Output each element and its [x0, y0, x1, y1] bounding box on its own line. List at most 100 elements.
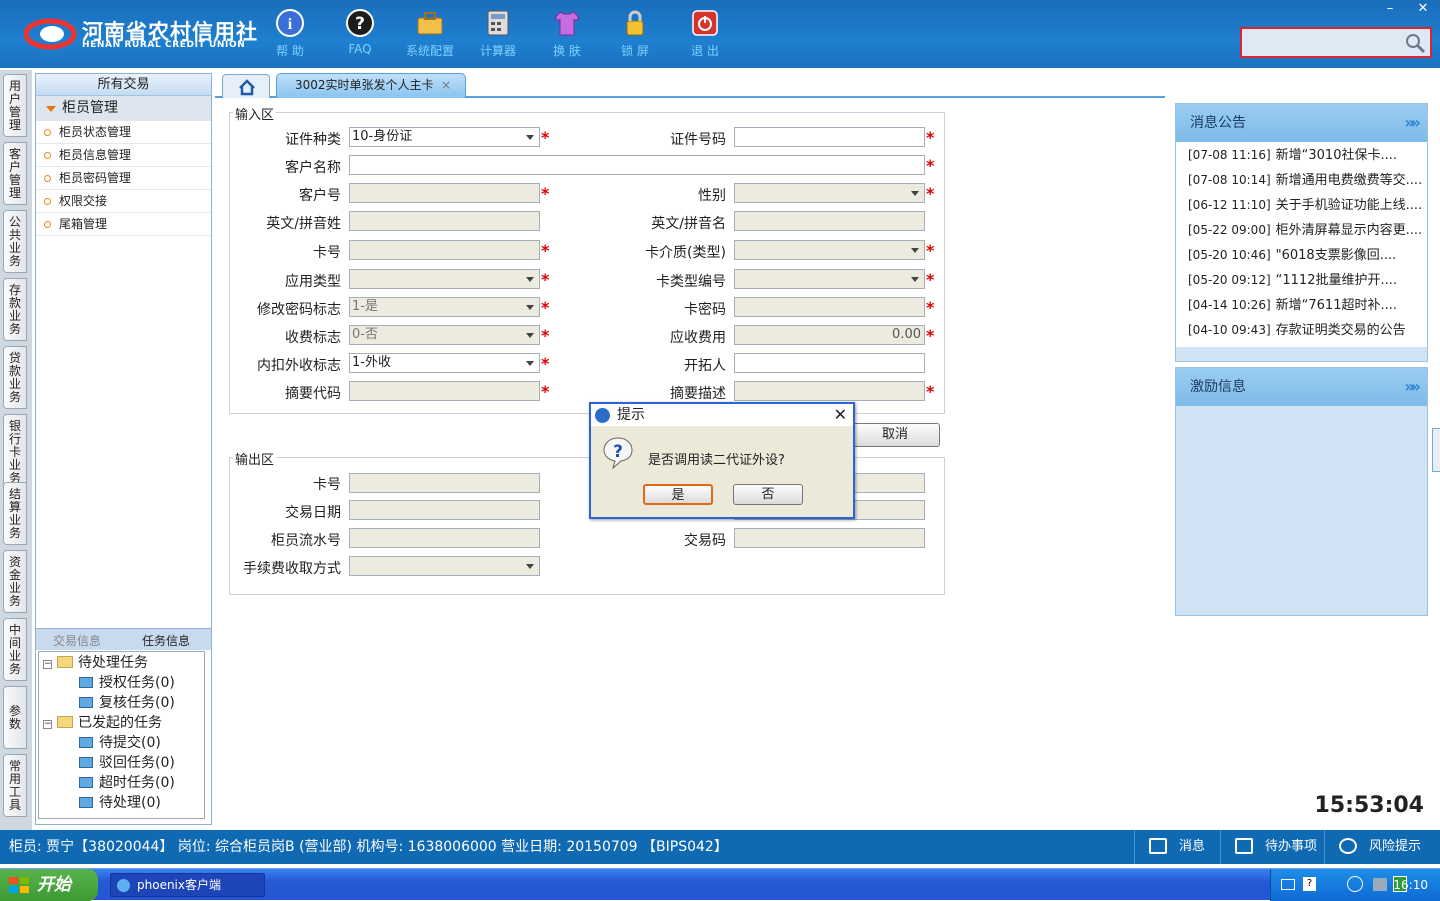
incentive-title: 激励信息 [1190, 379, 1246, 395]
en-last-input[interactable] [349, 211, 540, 231]
keyboard-icon[interactable] [1281, 879, 1295, 890]
tree-node-timeout[interactable]: 超时任务(0) [79, 774, 175, 792]
menu-item-teller-password[interactable]: 柜员密码管理 [36, 167, 211, 190]
fee-flag-select[interactable]: 0-否 [349, 325, 540, 345]
dialog-close-icon[interactable]: ✕ [834, 404, 847, 426]
messages-button[interactable]: 消息 [1134, 830, 1230, 864]
vtab-settlement[interactable]: 结算业务 [3, 482, 27, 545]
help-tray-icon[interactable]: ? [1303, 877, 1316, 891]
tab-close-icon[interactable]: × [441, 74, 451, 96]
dialog-message: 是否调用读二代证外设? [648, 453, 785, 468]
search-icon[interactable] [1404, 32, 1426, 54]
fee-flag-label: 收费标志 [285, 330, 341, 346]
menu-item-tail-box[interactable]: 尾箱管理 [36, 213, 211, 236]
tree-node-initiated[interactable]: 已发起的任务 [57, 714, 162, 732]
inner-outer-select[interactable]: 1-外收 [349, 353, 540, 373]
vtab-customer-mgmt[interactable]: 客户管理 [3, 142, 27, 205]
cust-name-input[interactable] [349, 155, 925, 175]
card-pwd-input[interactable] [734, 297, 925, 317]
vtab-deposit[interactable]: 存款业务 [3, 278, 27, 341]
start-label: 开始 [37, 875, 71, 895]
tab-task-info[interactable]: 任务信息 [142, 632, 190, 649]
window-minimize-button[interactable]: – [1375, 0, 1405, 20]
collapse-toggle[interactable]: − [43, 660, 52, 669]
id-no-input[interactable] [734, 127, 925, 147]
dialog-no-button[interactable]: 否 [733, 484, 803, 505]
toolbar-help-button[interactable]: i 帮 助 [258, 8, 322, 59]
chevron-left-icon[interactable] [1347, 876, 1363, 892]
risk-alert-button[interactable]: 风险提示 [1324, 830, 1440, 864]
tree-node-todo[interactable]: 待处理(0) [79, 794, 161, 812]
dialog-yes-button[interactable]: 是 [643, 484, 713, 505]
expand-arrows-icon[interactable]: »» [1404, 368, 1421, 406]
collapse-toggle[interactable]: − [43, 720, 52, 729]
all-trades-header[interactable]: 所有交易 [36, 74, 211, 96]
menu-item-permission-handover[interactable]: 权限交接 [36, 190, 211, 213]
tree-node-rejected[interactable]: 驳回任务(0) [79, 754, 175, 772]
teller-mgmt-section[interactable]: 柜员管理 [36, 96, 211, 121]
vtab-loan[interactable]: 贷款业务 [3, 346, 27, 409]
window-close-button[interactable]: ✕ [1408, 0, 1438, 20]
toolbar-faq-button[interactable]: ? FAQ [328, 8, 392, 56]
card-no-input[interactable] [349, 240, 540, 260]
out-card-no-field [349, 473, 540, 493]
fee-due-input[interactable]: 0.00 [734, 325, 925, 345]
cust-no-input[interactable] [349, 183, 540, 203]
notice-item[interactable]: [07-08 10:14] 新增通用电费缴费等交.... [1176, 168, 1427, 193]
vtab-bank-card[interactable]: 银行卡业务 [3, 414, 27, 486]
vtab-user-mgmt[interactable]: 用户管理 [3, 74, 27, 137]
card-media-select[interactable] [734, 240, 925, 260]
todo-button[interactable]: 待办事项 [1220, 830, 1324, 864]
en-first-input[interactable] [734, 211, 925, 231]
developer-input[interactable] [734, 353, 925, 373]
info-tabs: 交易信息 任务信息 [36, 628, 211, 650]
toolbar-lock-button[interactable]: 锁 屏 [603, 8, 667, 59]
notice-item[interactable]: [04-10 09:43] 存款证明类交易的公告 [1176, 318, 1427, 343]
card-type-no-label: 卡类型编号 [656, 274, 726, 290]
right-collapse-handle[interactable] [1432, 428, 1440, 472]
notice-item[interactable]: [06-12 11:10] 关于手机验证功能上线.... [1176, 193, 1427, 218]
tree-node-review[interactable]: 复核任务(0) [79, 694, 175, 712]
summary-code-input[interactable] [349, 381, 540, 401]
cancel-button[interactable]: 取消 [850, 423, 940, 447]
tree-node-pending[interactable]: 待处理任务 [57, 654, 148, 672]
menu-item-teller-status[interactable]: 柜员状态管理 [36, 121, 211, 144]
toolbar-config-button[interactable]: 系统配置 [398, 8, 462, 59]
vtab-public-business[interactable]: 公共业务 [3, 210, 27, 273]
notice-item[interactable]: [05-22 09:00] 柜外清屏幕显示内容更.... [1176, 218, 1427, 243]
tree-node-submit[interactable]: 待提交(0) [79, 734, 161, 752]
network-icon[interactable] [1373, 878, 1387, 891]
out-fee-method-label: 手续费收取方式 [243, 561, 341, 577]
vtab-params[interactable]: 参数 [3, 686, 27, 749]
tab-trade-info[interactable]: 交易信息 [53, 632, 101, 649]
id-type-select[interactable]: 10-身份证 [349, 127, 540, 147]
notice-item[interactable]: [05-20 09:12] “1112批量维护开.... [1176, 268, 1427, 293]
tab-3002-issue-card[interactable]: 3002实时单张发个人主卡 × [276, 73, 466, 98]
system-tray: ? 16:10 [1270, 869, 1440, 901]
toolbar-skin-button[interactable]: 换 肤 [535, 8, 599, 59]
pwd-flag-select[interactable]: 1-是 [349, 297, 540, 317]
search-input[interactable] [1245, 33, 1405, 53]
gender-select[interactable] [734, 183, 925, 203]
id-no-label: 证件号码 [670, 132, 726, 148]
out-fee-method-select[interactable] [349, 556, 540, 576]
home-tab[interactable] [222, 74, 270, 98]
summary-desc-input[interactable] [734, 381, 925, 401]
notice-item[interactable]: [05-20 10:46] "6018支票影像回.... [1176, 243, 1427, 268]
taskbar-app-phoenix[interactable]: phoenix客户端 [110, 873, 265, 897]
vtab-intermediate[interactable]: 中间业务 [3, 618, 27, 681]
vtab-common-tools[interactable]: 常用工具 [3, 754, 27, 817]
start-button[interactable]: 开始 [0, 869, 98, 901]
toolbar-exit-button[interactable]: 退 出 [673, 8, 737, 59]
menu-item-teller-info[interactable]: 柜员信息管理 [36, 144, 211, 167]
toolbar-calculator-button[interactable]: 计算器 [466, 8, 530, 59]
expand-arrows-icon[interactable]: »» [1404, 104, 1421, 142]
notice-item[interactable]: [04-14 10:26] 新增“7611超时补.... [1176, 293, 1427, 318]
card-type-no-select[interactable] [734, 269, 925, 289]
vtab-funds[interactable]: 资金业务 [3, 550, 27, 613]
pwd-flag-label: 修改密码标志 [257, 302, 341, 318]
tree-node-auth[interactable]: 授权任务(0) [79, 674, 175, 692]
app-type-select[interactable] [349, 269, 540, 289]
notice-item[interactable]: [07-08 11:16] 新增“3010社保卡.... [1176, 143, 1427, 168]
question-icon: ? [603, 437, 633, 470]
